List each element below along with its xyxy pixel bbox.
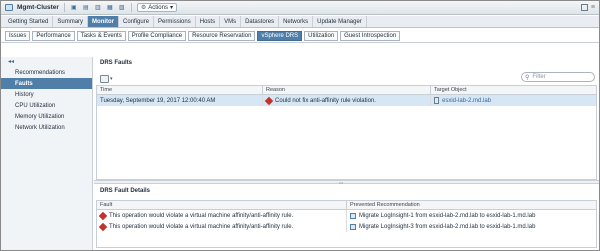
sidebar-item-faults[interactable]: Faults [1, 78, 92, 89]
faults-toolbar: ▾ [100, 75, 113, 83]
subtab-profile-compliance[interactable]: Profile Compliance [127, 30, 187, 41]
object-title: Mgmt-Cluster [17, 4, 59, 11]
fault-reason-text: Could not fix anti-affinity rule violati… [275, 97, 376, 104]
new-vapp-icon[interactable]: ▥ [94, 4, 102, 12]
target-object-link[interactable]: esxid-lab-2.md.lab [442, 98, 491, 104]
new-vm-icon[interactable]: ▤ [82, 4, 90, 12]
migrate-icon [350, 223, 356, 230]
actions-menu-button[interactable]: ⚙ Actions ▾ [136, 3, 177, 12]
fault-target: esxid-lab-2.md.lab [431, 95, 596, 106]
recommendation-cell: Migrate LogInsight-1 from esxid-lab-2.md… [347, 210, 596, 221]
content-panel: DRS Faults ▾ ⚲ Filter Time Reason Target… [94, 57, 599, 250]
sidebar-item-network-utilization[interactable]: Network Utilization [1, 122, 92, 133]
error-icon [264, 96, 274, 105]
table-row[interactable]: Tuesday, September 19, 2017 12:00:40 AM … [97, 95, 596, 106]
maximize-icon[interactable] [580, 4, 588, 11]
recommendation-cell: Migrate LogInsight-3 from esxid-lab-2.md… [347, 221, 596, 232]
cluster-icon [5, 4, 13, 11]
column-header-target[interactable]: Target Object [431, 86, 596, 94]
toolbar-separator [63, 3, 65, 12]
drs-faults-title: DRS Faults [100, 60, 133, 66]
main-tab-bar: Getting Started Summary Monitor Configure Pe… [1, 16, 599, 28]
recommendation-text: Migrate LogInsight-3 from esxid-lab-2.md… [359, 223, 536, 230]
tab-monitor[interactable]: Monitor [88, 16, 120, 27]
search-icon: ⚲ [525, 74, 530, 81]
migrate-icon [350, 212, 356, 219]
subtab-utilization[interactable]: Utilization [304, 30, 339, 41]
tab-update-manager[interactable]: Update Manager [313, 16, 367, 27]
fault-time: Tuesday, September 19, 2017 12:00:40 AM [97, 95, 263, 106]
host-icon [434, 97, 439, 104]
gear-icon: ⚙ [140, 5, 147, 11]
tab-getting-started[interactable]: Getting Started [4, 16, 54, 27]
window: Mgmt-Cluster ▣ ▤ ▥ ▦ ▧ ⚙ Actions ▾ ≡ Get… [0, 0, 600, 251]
tab-networks[interactable]: Networks [279, 16, 314, 27]
drs-fault-details-title: DRS Fault Details [100, 188, 151, 194]
sidebar-item-recommendations[interactable]: Recommendations [1, 67, 92, 78]
deploy-ovf-icon[interactable]: ▧ [118, 4, 126, 12]
column-header-reason[interactable]: Reason [263, 86, 431, 94]
fault-text: This operation would violate a virtual m… [109, 212, 294, 219]
table-header: Time Reason Target Object [97, 86, 596, 95]
fault-details-table: Fault Prevented Recommendation This oper… [96, 200, 597, 248]
fault-cell: This operation would violate a virtual m… [97, 221, 347, 232]
fault-cell: This operation would violate a virtual m… [97, 210, 347, 221]
menu-icon[interactable]: ≡ [591, 4, 595, 11]
collapse-sidebar-icon[interactable]: ◂◂ [8, 58, 14, 65]
titlebar: Mgmt-Cluster ▣ ▤ ▥ ▦ ▧ ⚙ Actions ▾ ≡ [1, 1, 599, 15]
subtab-tasks-events[interactable]: Tasks & Events [76, 30, 126, 41]
error-icon [98, 211, 108, 220]
drs-faults-table: Time Reason Target Object Tuesday, Septe… [96, 85, 597, 180]
chevron-down-icon[interactable]: ▾ [110, 76, 113, 82]
titlebar-controls: ≡ [580, 4, 599, 11]
export-icon[interactable] [100, 75, 109, 83]
toolbar-separator [130, 3, 132, 12]
sidebar-item-history[interactable]: History [1, 89, 92, 100]
column-header-prevented-recommendation[interactable]: Prevented Recommendation [347, 201, 596, 209]
filter-input[interactable]: ⚲ Filter [521, 72, 595, 82]
panel-splitter[interactable]: ••• [94, 180, 599, 185]
tab-configure[interactable]: Configure [119, 16, 155, 27]
fault-reason: Could not fix anti-affinity rule violati… [263, 95, 431, 106]
fault-text: This operation would violate a virtual m… [109, 223, 294, 230]
actions-label: Actions [148, 4, 168, 11]
error-icon [98, 222, 108, 231]
tab-vms[interactable]: VMs [220, 16, 242, 27]
sidebar-list: Recommendations Faults History CPU Utilizat… [1, 67, 92, 133]
new-resource-pool-icon[interactable]: ▦ [106, 4, 114, 12]
tab-hosts[interactable]: Hosts [196, 16, 221, 27]
subtab-guest-introspection[interactable]: Guest Introspection [340, 30, 401, 41]
column-header-fault[interactable]: Fault [97, 201, 347, 209]
filter-placeholder: Filter [532, 74, 546, 80]
sub-tab-bar: Issues Performance Tasks & Events Profile C… [1, 29, 599, 43]
sidebar-item-memory-utilization[interactable]: Memory Utilization [1, 111, 92, 122]
drs-sidebar: ◂◂ Recommendations Faults History CPU Utili… [1, 57, 93, 250]
recommendation-text: Migrate LogInsight-1 from esxid-lab-2.md… [359, 212, 536, 219]
tab-permissions[interactable]: Permissions [154, 16, 196, 27]
splitter-grip-icon[interactable]: ••• [339, 181, 343, 185]
table-header: Fault Prevented Recommendation [97, 201, 596, 210]
subtab-performance[interactable]: Performance [32, 30, 75, 41]
subtab-resource-reservation[interactable]: Resource Reservation [188, 30, 256, 41]
table-row[interactable]: This operation would violate a virtual m… [97, 221, 596, 232]
tab-summary[interactable]: Summary [53, 16, 89, 27]
table-row[interactable]: This operation would violate a virtual m… [97, 210, 596, 221]
subtab-vsphere-drs[interactable]: vSphere DRS [257, 30, 303, 41]
subtab-issues[interactable]: Issues [5, 30, 31, 41]
column-header-time[interactable]: Time [97, 86, 263, 94]
add-host-icon[interactable]: ▣ [70, 4, 78, 12]
sidebar-item-cpu-utilization[interactable]: CPU Utilization [1, 100, 92, 111]
tab-datastores[interactable]: Datastores [241, 16, 280, 27]
chevron-down-icon: ▾ [169, 5, 173, 11]
